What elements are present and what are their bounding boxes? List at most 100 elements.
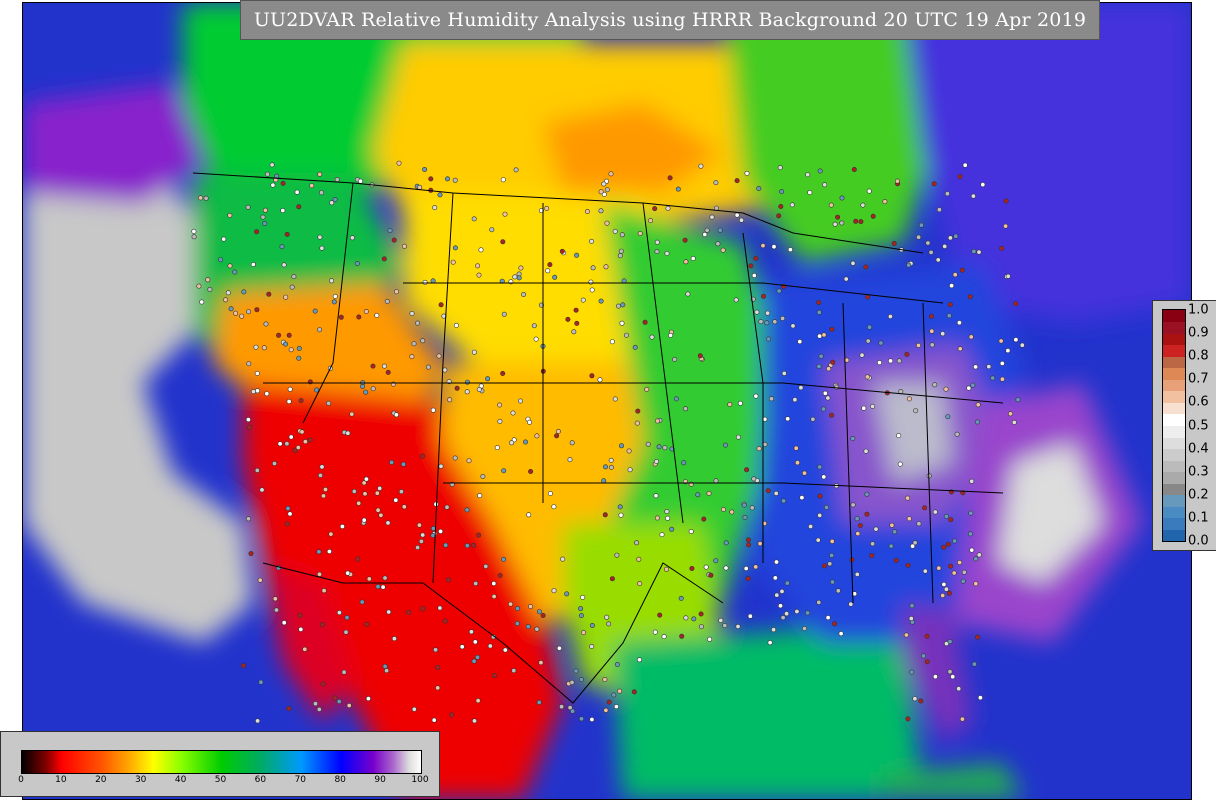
observation-point xyxy=(246,516,252,522)
observation-point xyxy=(302,646,308,652)
observation-point xyxy=(617,253,623,259)
observation-point xyxy=(270,182,276,188)
observation-point xyxy=(573,668,579,674)
observation-point xyxy=(702,232,708,238)
observation-point xyxy=(444,504,450,510)
observation-point xyxy=(269,162,275,168)
observation-point xyxy=(753,564,759,570)
observation-point xyxy=(425,364,431,370)
observation-point xyxy=(644,386,650,392)
observation-point xyxy=(207,286,213,292)
observation-point xyxy=(715,241,721,247)
observation-point xyxy=(751,272,757,278)
observation-point xyxy=(969,547,975,553)
observation-point xyxy=(627,467,633,473)
observation-point xyxy=(329,200,335,206)
observation-point xyxy=(1015,397,1021,403)
observation-point xyxy=(863,448,869,454)
observation-point xyxy=(471,658,477,664)
observation-point xyxy=(385,369,391,375)
qc-legend-swatch xyxy=(1163,321,1185,334)
observation-point xyxy=(617,504,623,510)
observation-point xyxy=(291,274,297,280)
observation-point xyxy=(233,310,239,316)
observation-point xyxy=(821,563,827,569)
observation-point xyxy=(861,405,867,411)
observation-point xyxy=(821,474,827,480)
observation-point xyxy=(604,187,610,193)
observation-point xyxy=(349,235,355,241)
observation-point xyxy=(473,580,479,586)
observation-point xyxy=(944,191,950,197)
observation-point xyxy=(807,190,813,196)
observation-point xyxy=(320,493,326,499)
observation-point xyxy=(1019,342,1025,348)
observation-point xyxy=(255,718,261,724)
observation-point xyxy=(854,516,860,522)
observation-point xyxy=(589,716,595,722)
observation-point xyxy=(547,262,553,268)
observation-point xyxy=(768,396,774,402)
observation-point xyxy=(830,359,836,365)
observation-point xyxy=(598,208,604,214)
observation-point xyxy=(767,640,773,646)
observation-point xyxy=(954,431,960,437)
observation-point xyxy=(741,502,747,508)
qc-legend-swatch xyxy=(1163,494,1185,507)
qc-tick-label: 0.8 xyxy=(1188,348,1209,364)
observation-point xyxy=(544,205,550,211)
observation-point xyxy=(361,517,367,523)
observation-point xyxy=(574,252,580,258)
observation-point xyxy=(442,618,448,624)
observation-point xyxy=(250,389,256,395)
observation-point xyxy=(254,229,260,235)
observation-point xyxy=(588,279,594,285)
observation-point xyxy=(381,363,387,369)
observation-point xyxy=(480,473,486,479)
observation-point xyxy=(915,342,921,348)
observation-point xyxy=(869,553,875,559)
observation-point xyxy=(468,629,474,635)
qc-legend: 1.0 0.9 0.8 0.7 0.6 0.5 0.4 0.3 0.2 0.1 0.0 xyxy=(1152,300,1216,551)
observation-point xyxy=(864,491,870,497)
observation-point xyxy=(969,478,975,484)
observation-point xyxy=(816,363,822,369)
observation-point xyxy=(945,541,951,547)
observation-point xyxy=(747,613,753,619)
observation-point xyxy=(580,297,586,303)
observation-point xyxy=(375,584,381,590)
observation-point xyxy=(227,212,233,218)
observation-point xyxy=(385,520,391,526)
observation-point xyxy=(240,663,246,669)
observation-point xyxy=(854,571,860,577)
observation-point xyxy=(792,397,798,403)
observation-point xyxy=(336,698,342,704)
observation-point xyxy=(835,588,841,594)
observation-point xyxy=(722,622,728,628)
observation-point xyxy=(744,467,750,473)
observation-point xyxy=(892,529,898,535)
rh-tick-label: 100 xyxy=(411,775,429,785)
observation-point xyxy=(344,615,350,621)
observation-point xyxy=(928,249,934,255)
observation-point xyxy=(855,531,861,537)
observation-point xyxy=(649,334,655,340)
observation-point xyxy=(909,603,915,609)
observation-point xyxy=(326,548,332,554)
observation-point xyxy=(891,241,897,247)
observation-point xyxy=(999,245,1005,251)
observation-point xyxy=(521,291,527,297)
observation-point xyxy=(257,577,263,583)
observation-point xyxy=(779,588,785,594)
qc-tick-label: 0.9 xyxy=(1188,325,1209,341)
rh-tick-label: 40 xyxy=(174,775,187,785)
observation-point xyxy=(829,538,835,544)
observation-point xyxy=(203,195,209,201)
observation-point xyxy=(896,433,902,439)
observation-point xyxy=(882,199,888,205)
observation-point xyxy=(485,376,491,382)
observation-point xyxy=(661,634,667,640)
observation-point xyxy=(701,516,707,522)
observation-point xyxy=(608,464,614,470)
observation-point xyxy=(464,543,470,549)
